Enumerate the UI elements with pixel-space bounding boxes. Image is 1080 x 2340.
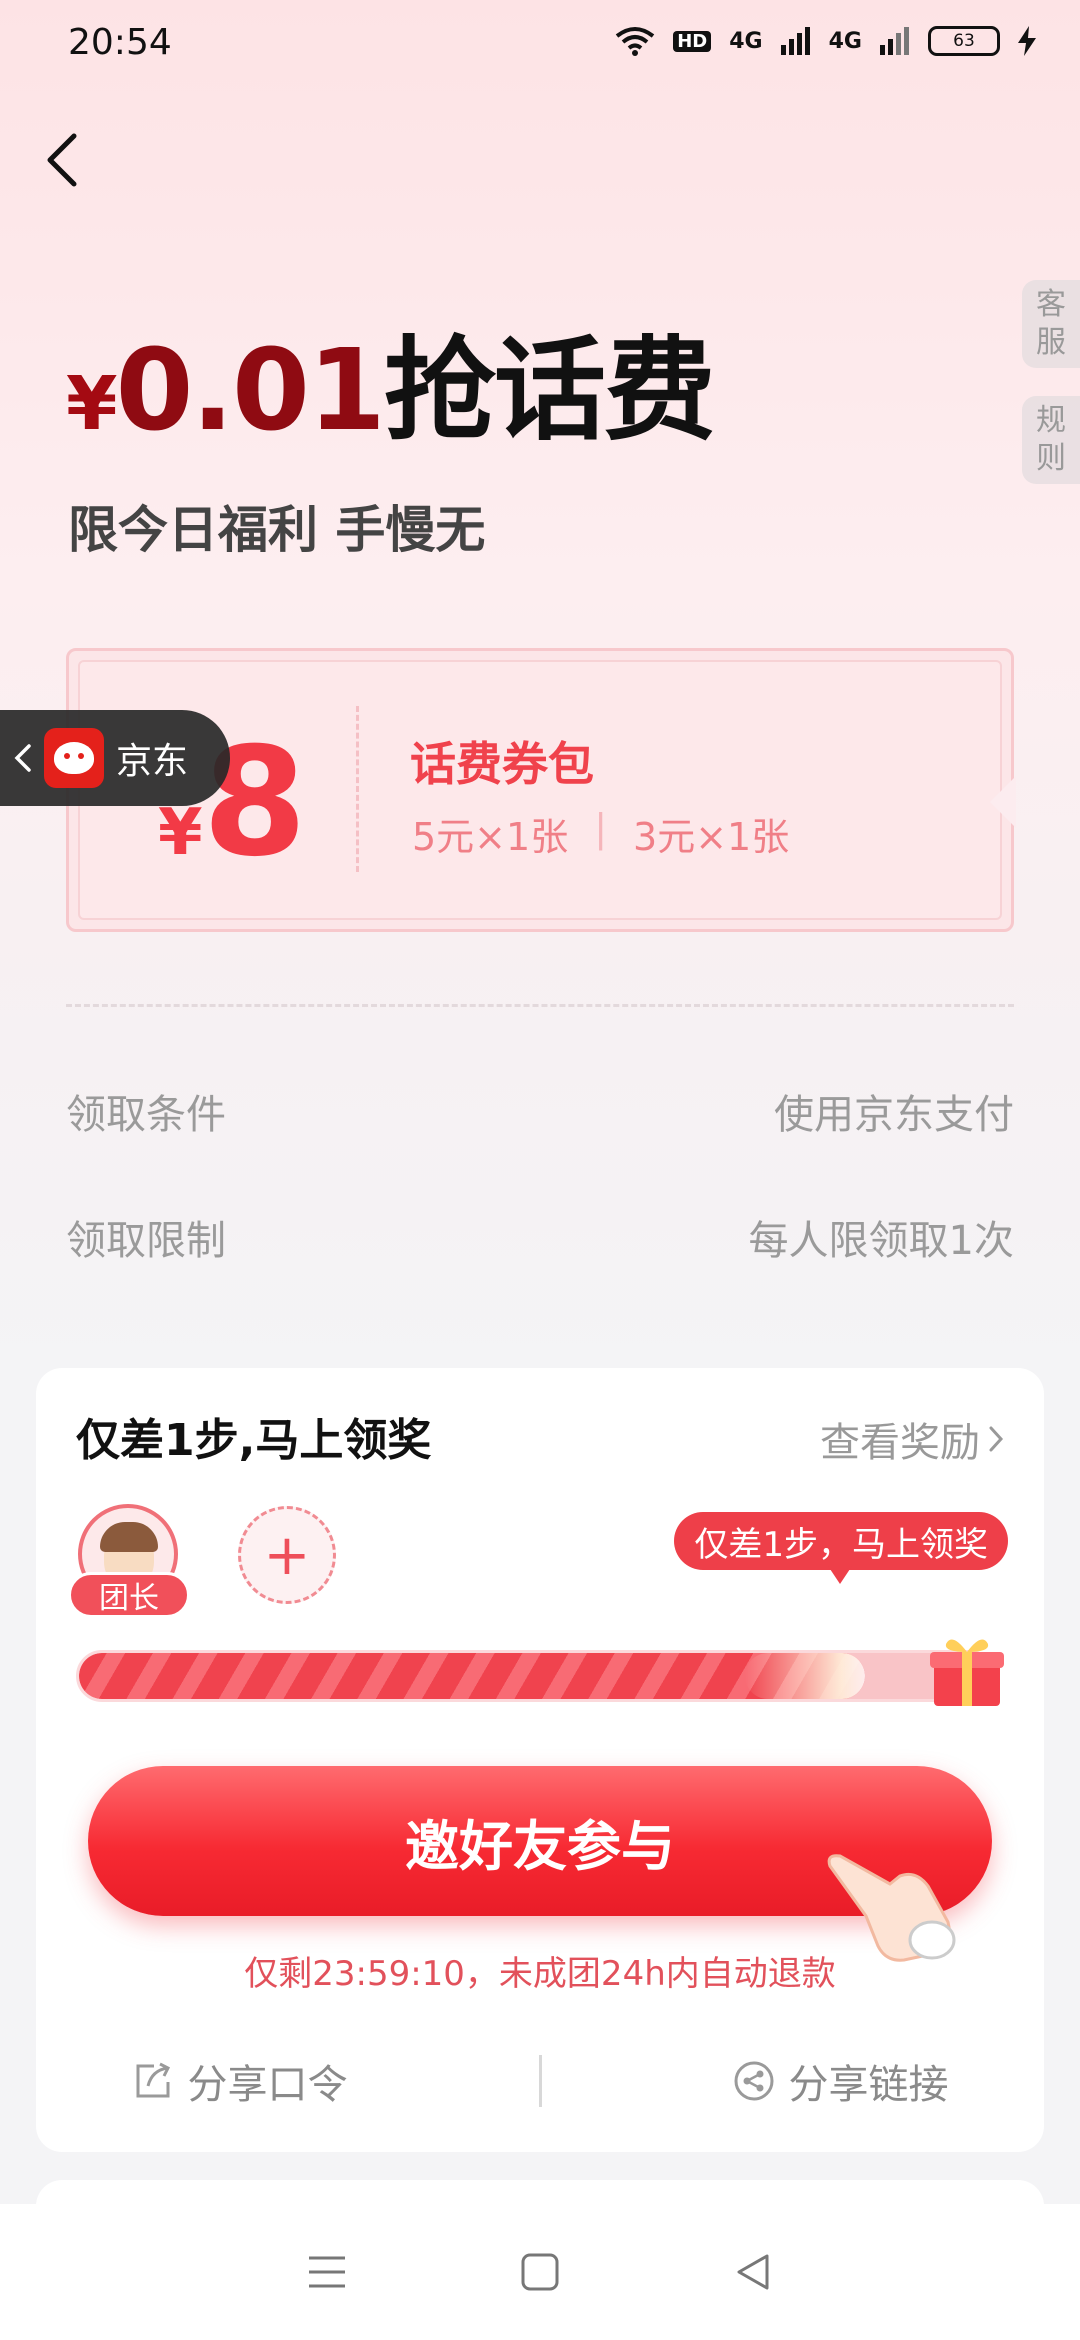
back-triangle-icon[interactable] — [733, 2252, 773, 2292]
card-title: 仅差1步,马上领奖 — [76, 1415, 432, 1466]
jd-logo-icon — [44, 728, 104, 788]
wifi-icon — [616, 27, 655, 56]
hd-badge: HD — [673, 30, 712, 52]
back-arrow-icon[interactable] — [40, 130, 88, 190]
signal-bars-icon-2 — [880, 27, 909, 55]
coupon-description: 5元×1张 | 3元×1张 — [412, 806, 789, 861]
jd-return-pill[interactable]: 京东 — [0, 710, 230, 806]
hero-currency: ¥ — [66, 361, 117, 447]
system-nav-bar — [0, 2204, 1080, 2340]
progress-glow — [745, 1653, 865, 1699]
gift-box-icon — [930, 1639, 1004, 1706]
menu-icon[interactable] — [307, 2254, 347, 2290]
condition-label: 领取条件 — [66, 1092, 226, 1138]
hero-subtitle: 限今日福利 手慢无 — [68, 501, 486, 559]
chevron-right-icon — [989, 1426, 1004, 1452]
view-rewards-label: 查看奖励 — [820, 1420, 980, 1466]
countdown-text: 仅剩23:59:10，未成团24h内自动退款 — [244, 1954, 836, 1994]
tip-bubble: 仅差1步，马上领奖 — [674, 1512, 1008, 1570]
status-icons: HD 4G 4G 63 — [615, 26, 1036, 56]
home-icon[interactable] — [520, 2252, 560, 2292]
view-rewards-link[interactable]: 查看奖励 — [820, 1410, 1004, 1468]
share-command-icon — [136, 2062, 170, 2098]
battery-indicator: 63 — [928, 26, 1000, 56]
coupon-item: 3元×1张 — [633, 815, 790, 859]
add-member-button[interactable]: + — [238, 1506, 336, 1604]
coupon-currency: ¥ — [158, 796, 203, 870]
coupon-separator: | — [594, 806, 608, 850]
share-command-label: 分享口令 — [187, 2062, 348, 2108]
progress-bar — [76, 1650, 996, 1702]
group-buy-card — [36, 1368, 1044, 2152]
share-command-button[interactable]: 分享口令 — [132, 2052, 348, 2110]
share-link-button[interactable]: 分享链接 — [733, 2052, 949, 2110]
limit-value: 每人限领取1次 — [748, 1218, 1014, 1264]
signal-4g-icon-2: 4G — [828, 28, 862, 54]
signal-4g-icon: 4G — [729, 28, 763, 54]
leader-badge: 团长 — [68, 1572, 190, 1618]
status-time: 20:54 — [68, 22, 172, 63]
charging-icon — [1018, 26, 1036, 56]
hero-title-text: 抢话费 — [383, 326, 716, 456]
hero-title: ¥0.01抢话费 — [66, 335, 716, 447]
share-link-icon — [734, 2061, 773, 2101]
coupon-divider — [356, 706, 359, 872]
share-separator — [538, 2055, 542, 2107]
share-link-label: 分享链接 — [788, 2062, 949, 2108]
chevron-left-icon — [14, 744, 31, 772]
jd-label: 京东 — [116, 741, 189, 782]
share-row: 分享口令 分享链接 — [36, 2052, 1044, 2110]
limit-label: 领取限制 — [66, 1218, 226, 1264]
signal-bars-icon — [780, 27, 810, 55]
condition-row: 领取条件 使用京东支付 — [66, 1082, 1014, 1140]
coupon-title: 话费券包 — [410, 737, 594, 791]
condition-value: 使用京东支付 — [774, 1092, 1014, 1138]
divider — [66, 1004, 1014, 1007]
rules-button[interactable]: 规则 — [1022, 396, 1080, 484]
limit-row: 领取限制 每人限领取1次 — [66, 1208, 1014, 1266]
coupon-item: 5元×1张 — [412, 815, 569, 859]
hero-price: 0.01 — [115, 326, 386, 456]
customer-service-button[interactable]: 客服 — [1022, 280, 1080, 368]
